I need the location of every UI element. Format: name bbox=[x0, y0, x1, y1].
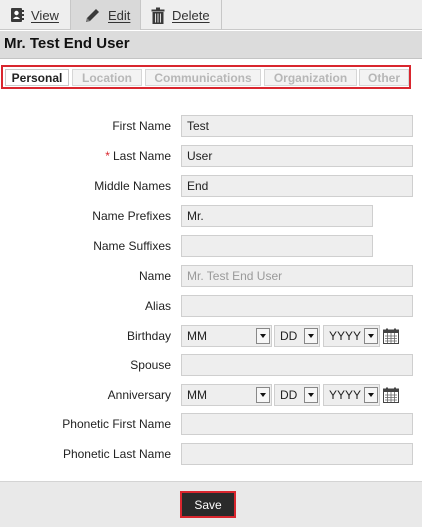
first-name-field[interactable]: Test bbox=[181, 115, 413, 137]
alias-label: Alias bbox=[144, 299, 171, 313]
birthday-year-select[interactable]: YYYY bbox=[323, 325, 380, 347]
birthday-year-value: YYYY bbox=[329, 329, 362, 343]
name-label: Name bbox=[138, 269, 171, 283]
anniversary-year-value: YYYY bbox=[329, 388, 362, 402]
birthday-month-select[interactable]: MM bbox=[181, 325, 272, 347]
calendar-icon[interactable] bbox=[383, 387, 399, 403]
chevron-down-icon bbox=[304, 328, 318, 344]
trash-icon bbox=[151, 7, 165, 24]
spouse-field[interactable] bbox=[181, 354, 413, 376]
name-prefixes-label: Name Prefixes bbox=[92, 209, 171, 223]
contact-card-icon bbox=[11, 8, 24, 22]
pencil-icon bbox=[86, 8, 99, 22]
birthday-label: Birthday bbox=[126, 329, 171, 343]
phonetic-last-name-field[interactable] bbox=[181, 443, 413, 465]
anniversary-month-value: MM bbox=[187, 388, 207, 402]
view-button[interactable]: View bbox=[0, 0, 71, 30]
alias-field[interactable] bbox=[181, 295, 413, 317]
middle-names-field[interactable]: End bbox=[181, 175, 413, 197]
edit-label: Edit bbox=[108, 7, 131, 23]
last-name-field[interactable]: User bbox=[181, 145, 413, 167]
anniversary-label: Anniversary bbox=[107, 388, 171, 402]
delete-button[interactable]: Delete bbox=[141, 0, 222, 30]
toolbar: View Edit Delete bbox=[0, 0, 422, 30]
name-suffixes-label: Name Suffixes bbox=[93, 239, 171, 253]
spouse-label: Spouse bbox=[130, 358, 171, 372]
view-label: View bbox=[31, 7, 59, 23]
birthday-month-value: MM bbox=[187, 329, 207, 343]
chevron-down-icon bbox=[304, 387, 318, 403]
tab-other[interactable]: Other bbox=[359, 69, 409, 86]
tab-communications[interactable]: Communications bbox=[145, 69, 261, 86]
first-name-label: First Name bbox=[112, 119, 171, 133]
phonetic-first-name-label: Phonetic First Name bbox=[62, 417, 171, 431]
calendar-icon[interactable] bbox=[383, 328, 399, 344]
delete-label: Delete bbox=[172, 7, 210, 23]
name-suffixes-field[interactable] bbox=[181, 235, 373, 257]
required-marker: * bbox=[105, 149, 110, 163]
middle-names-label: Middle Names bbox=[94, 179, 171, 193]
last-name-label-text: Last Name bbox=[112, 149, 171, 163]
chevron-down-icon bbox=[364, 387, 378, 403]
edit-button[interactable]: Edit bbox=[71, 0, 141, 30]
tab-location[interactable]: Location bbox=[72, 69, 142, 86]
tab-bar: Personal Location Communications Organiz… bbox=[1, 65, 411, 89]
name-prefixes-field[interactable]: Mr. bbox=[181, 205, 373, 227]
name-field: Mr. Test End User bbox=[181, 265, 413, 287]
chevron-down-icon bbox=[256, 387, 270, 403]
anniversary-day-select[interactable]: DD bbox=[274, 384, 320, 406]
footer: Save bbox=[0, 481, 422, 527]
tab-personal[interactable]: Personal bbox=[5, 69, 69, 86]
anniversary-day-value: DD bbox=[280, 388, 298, 402]
anniversary-year-select[interactable]: YYYY bbox=[323, 384, 380, 406]
save-button[interactable]: Save bbox=[180, 491, 236, 518]
chevron-down-icon bbox=[256, 328, 270, 344]
last-name-label: * Last Name bbox=[105, 145, 171, 167]
page-title: Mr. Test End User bbox=[4, 35, 130, 52]
phonetic-last-name-label: Phonetic Last Name bbox=[62, 447, 171, 461]
title-bar: Mr. Test End User bbox=[0, 31, 422, 59]
chevron-down-icon bbox=[364, 328, 378, 344]
birthday-day-select[interactable]: DD bbox=[274, 325, 320, 347]
tab-organization[interactable]: Organization bbox=[264, 69, 357, 86]
phonetic-first-name-field[interactable] bbox=[181, 413, 413, 435]
birthday-day-value: DD bbox=[280, 329, 298, 343]
anniversary-month-select[interactable]: MM bbox=[181, 384, 272, 406]
